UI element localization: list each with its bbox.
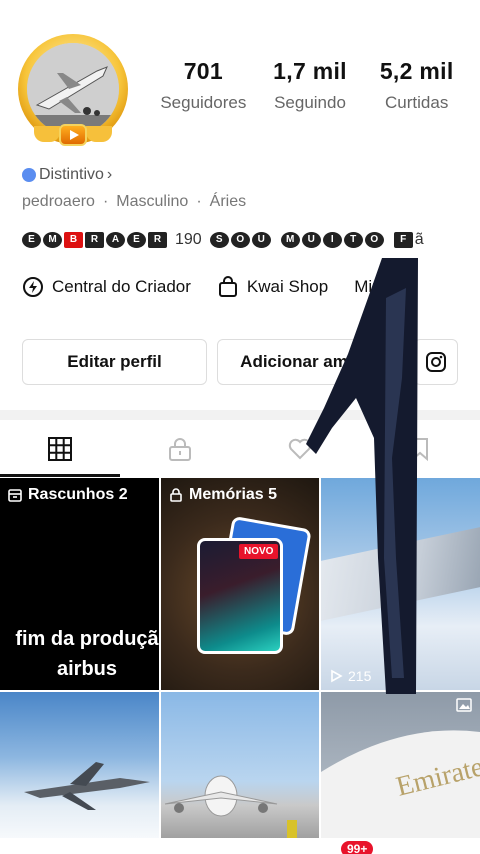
separator: · (102, 193, 109, 210)
stat-following[interactable]: 1,7 mil Seguindo (257, 58, 364, 113)
add-friends-button[interactable]: Adicionar amigos (217, 339, 406, 385)
section-divider (0, 410, 480, 420)
bottom-navigation (0, 838, 480, 854)
bio-symbol: M (280, 232, 300, 248)
stat-value: 5,2 mil (379, 58, 454, 84)
emirates-image: Emirates (321, 730, 480, 854)
bio-symbol: S (209, 232, 229, 248)
play-outline-icon (331, 669, 343, 683)
tab-private[interactable] (120, 420, 240, 478)
bio-symbol: R (85, 232, 104, 248)
profile-info: pedroaero · Masculino · Áries (22, 193, 246, 211)
quick-link-label: Kwai Shop (246, 277, 329, 296)
bio-symbol: A (106, 232, 125, 248)
draft-box-icon (8, 489, 22, 502)
drafts-tile[interactable]: Rascunhos 2 fim da produçã airbus (0, 478, 159, 690)
drafts-label: Rascunhos 2 (28, 486, 128, 503)
bio-symbol: B (64, 232, 83, 248)
view-count-value: 215 (348, 668, 372, 684)
video-tile[interactable] (0, 692, 159, 854)
quick-links: Central do Criador Kwai Shop Minha (22, 276, 480, 298)
quick-link-label: Minha (354, 277, 401, 296)
profile-stats: 701 Seguidores 1,7 mil Seguindo 5,2 mil … (150, 58, 470, 113)
grid-icon (48, 437, 72, 461)
stat-followers[interactable]: 701 Seguidores (150, 58, 257, 113)
username: pedroaero (22, 193, 95, 210)
memories-label: Memórias 5 (189, 486, 278, 503)
bio: E M B R A E R 190 S O U M U I T O F ã (22, 231, 424, 249)
bio-symbol: E (127, 232, 146, 248)
gender: Masculino (116, 193, 189, 210)
heart-icon (288, 438, 312, 460)
avatar-wing-left (34, 126, 60, 142)
bio-symbol: U (251, 232, 271, 248)
instagram-icon (426, 352, 446, 372)
badge-link[interactable]: Distintivo › (22, 166, 112, 184)
avatar[interactable] (18, 34, 128, 146)
edit-profile-button[interactable]: Editar perfil (22, 339, 207, 385)
stat-label: Seguidores (160, 93, 247, 112)
wing-shape (321, 527, 480, 621)
badge-label: Distintivo (39, 166, 104, 183)
my-link[interactable]: Minha (354, 276, 400, 298)
instagram-button[interactable] (414, 339, 458, 385)
video-tile[interactable] (161, 692, 319, 854)
draft-caption-line2: airbus (56, 658, 118, 680)
content-tabs (0, 420, 480, 478)
kwai-shop-link[interactable]: Kwai Shop (217, 276, 328, 298)
drafts-title: Rascunhos 2 (8, 486, 128, 504)
bio-symbol: R (148, 232, 167, 248)
lock-icon (170, 488, 182, 502)
zodiac-sign: Áries (209, 193, 247, 210)
lock-icon (169, 438, 191, 461)
avatar-image (27, 43, 119, 135)
notification-badge[interactable]: 99+ (341, 841, 374, 854)
bio-symbol: E (22, 232, 41, 248)
stat-label: Curtidas (385, 93, 449, 112)
video-tile[interactable]: 215 (321, 478, 480, 690)
avatar-wing-right (86, 126, 112, 142)
quick-link-label: Central do Criador (52, 277, 191, 296)
tab-posts[interactable] (0, 420, 120, 478)
creator-center-link[interactable]: Central do Criador (22, 276, 191, 298)
stat-likes[interactable]: 5,2 mil Curtidas (363, 58, 470, 113)
stat-value: 701 (183, 58, 223, 84)
separator: · (196, 193, 202, 210)
stat-value: 1,7 mil (273, 58, 347, 84)
bio-symbol: U (301, 232, 321, 248)
bio-tail: ã (414, 231, 424, 248)
draft-caption-line1: fim da produçã (15, 628, 159, 650)
new-badge: NOVO (239, 544, 279, 559)
bio-symbol: M (43, 232, 62, 248)
photo-tile[interactable]: Emirates (321, 692, 480, 854)
bio-symbol: I (322, 232, 342, 248)
airplane-icon (27, 43, 119, 135)
image-type-icon (456, 698, 472, 712)
bio-symbol: F (393, 232, 413, 248)
a380-image (164, 775, 297, 842)
content-grid: Rascunhos 2 fim da produçã airbus Memóri… (0, 478, 480, 854)
creator-center-icon (23, 277, 43, 297)
fighter-jet-image (24, 762, 150, 810)
bio-symbol: O (230, 232, 250, 248)
tab-saved[interactable] (360, 420, 480, 478)
stat-label: Seguindo (274, 93, 346, 112)
badge-icon (22, 168, 36, 182)
bio-symbol: O (364, 232, 384, 248)
bio-symbol: T (343, 232, 363, 248)
active-tab-indicator (0, 474, 120, 477)
bio-number: 190 (175, 231, 202, 248)
memories-tile[interactable]: Memórias 5 NOVO (161, 478, 319, 690)
bookmark-icon (412, 438, 428, 462)
chevron-right-icon: › (106, 166, 113, 183)
profile-actions: Editar perfil Adicionar amigos (22, 339, 458, 385)
view-count: 215 (329, 668, 371, 684)
memories-title: Memórias 5 (169, 486, 277, 504)
shopping-bag-icon (218, 276, 237, 297)
tab-liked[interactable] (240, 420, 360, 478)
draft-caption: fim da produçã airbus (12, 624, 159, 684)
play-icon (59, 124, 87, 146)
